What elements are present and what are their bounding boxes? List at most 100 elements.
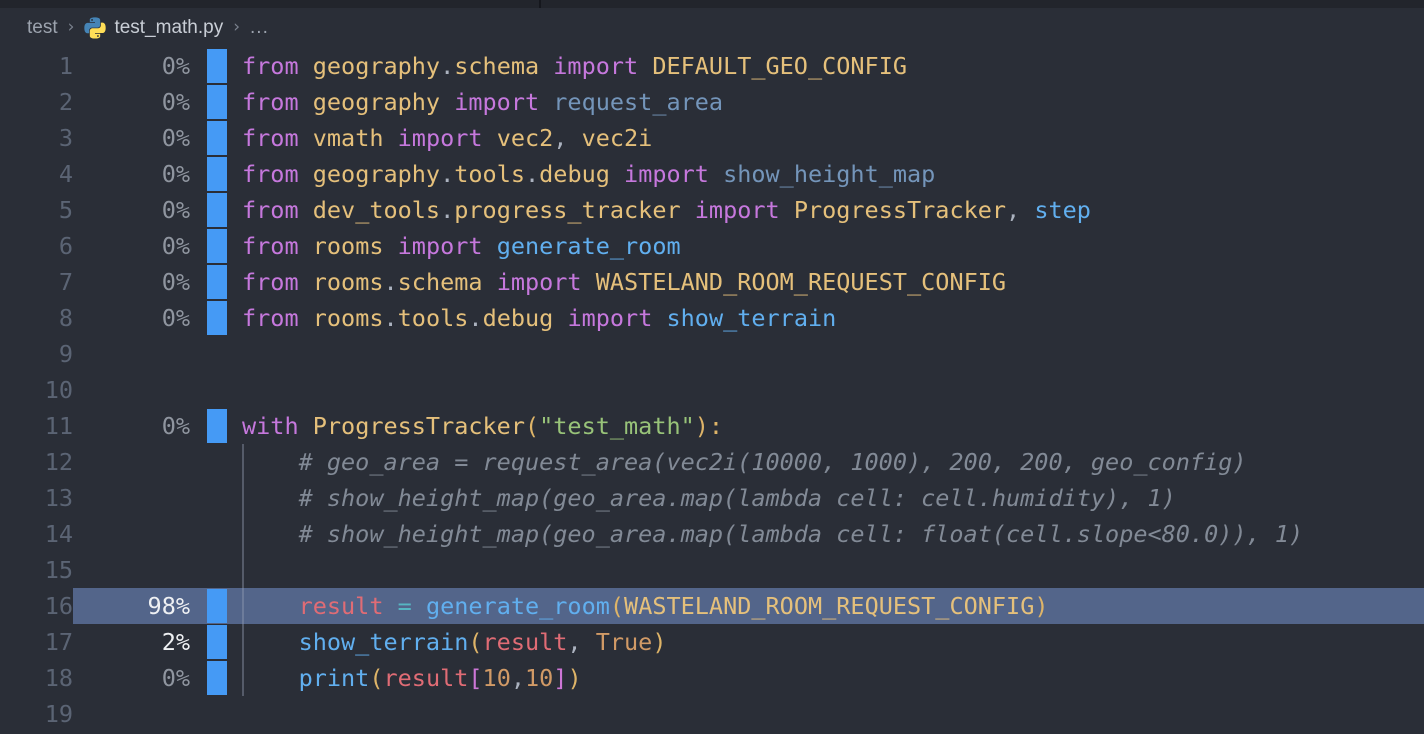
line-number[interactable]: 13	[0, 480, 73, 516]
code-text[interactable]: from rooms.tools.debug import show_terra…	[230, 300, 1424, 336]
line-number[interactable]: 18	[0, 660, 73, 696]
line-number[interactable]: 11	[0, 408, 73, 444]
code-text[interactable]: from dev_tools.progress_tracker import P…	[230, 192, 1424, 228]
code-text[interactable]: with ProgressTracker("test_math"):	[230, 408, 1424, 444]
code-token: from	[242, 268, 313, 296]
code-token: .	[525, 160, 539, 188]
line-number[interactable]: 5	[0, 192, 73, 228]
breadcrumb-folder[interactable]: test	[27, 17, 58, 39]
profile-gutter	[196, 516, 230, 552]
line-body	[73, 696, 1424, 732]
code-line[interactable]: 15	[0, 552, 1424, 588]
profile-gutter	[196, 48, 230, 84]
code-token: )	[652, 628, 666, 656]
python-icon	[84, 17, 106, 39]
code-text[interactable]: # show_height_map(geo_area.map(lambda ce…	[230, 480, 1424, 516]
profile-gutter	[196, 444, 230, 480]
breadcrumb-file[interactable]: test_math.py	[84, 17, 223, 39]
code-line[interactable]: 110%with ProgressTracker("test_math"):	[0, 408, 1424, 444]
code-text[interactable]: from rooms.schema import WASTELAND_ROOM_…	[230, 264, 1424, 300]
code-text[interactable]: from vmath import vec2, vec2i	[230, 120, 1424, 156]
profile-gutter	[196, 156, 230, 192]
code-text[interactable]: from rooms import generate_room	[230, 228, 1424, 264]
code-text[interactable]: from geography import request_area	[230, 84, 1424, 120]
line-body: 0%from rooms.tools.debug import show_ter…	[73, 300, 1424, 336]
code-line[interactable]: 50%from dev_tools.progress_tracker impor…	[0, 192, 1424, 228]
code-text[interactable]: from geography.schema import DEFAULT_GEO…	[230, 48, 1424, 84]
code-line[interactable]: 12 # geo_area = request_area(vec2i(10000…	[0, 444, 1424, 480]
profile-percentage: 0%	[73, 264, 196, 300]
profile-gutter-block	[207, 409, 227, 443]
code-token: import	[539, 52, 652, 80]
code-token: from	[242, 304, 313, 332]
line-number[interactable]: 12	[0, 444, 73, 480]
code-line[interactable]: 172% show_terrain(result, True)	[0, 624, 1424, 660]
code-text[interactable]: show_terrain(result, True)	[230, 624, 1424, 660]
line-number[interactable]: 9	[0, 336, 73, 372]
line-body: # show_height_map(geo_area.map(lambda ce…	[73, 480, 1424, 516]
line-number[interactable]: 3	[0, 120, 73, 156]
line-body: 0% from vmath import vec2, vec2i	[73, 120, 1424, 156]
profile-gutter	[196, 552, 230, 588]
code-line[interactable]: 40%from geography.tools.debug import sho…	[0, 156, 1424, 192]
line-number[interactable]: 16	[0, 588, 73, 624]
code-token: "test_math"	[539, 412, 695, 440]
code-token: # geo_area = request_area(vec2i(10000, 1…	[242, 448, 1247, 476]
code-text[interactable]: # show_height_map(geo_area.map(lambda ce…	[230, 516, 1424, 552]
code-token: schema	[454, 52, 539, 80]
code-line[interactable]: 70% from rooms.schema import WASTELAND_RO…	[0, 264, 1424, 300]
code-token: # show_height_map(geo_area.map(lambda ce…	[242, 484, 1176, 512]
profile-gutter-block	[207, 193, 227, 227]
code-line[interactable]: 13 # show_height_map(geo_area.map(lambda…	[0, 480, 1424, 516]
line-number[interactable]: 8	[0, 300, 73, 336]
breadcrumb-symbol-ellipsis[interactable]: ...	[250, 17, 269, 39]
code-text[interactable]: from geography.tools.debug import show_h…	[230, 156, 1424, 192]
code-line[interactable]: 10	[0, 372, 1424, 408]
code-token: progress_tracker	[454, 196, 680, 224]
code-line[interactable]: 1698% result = generate_room(WASTELAND_R…	[0, 588, 1424, 624]
code-line[interactable]: 10%from geography.schema import DEFAULT_…	[0, 48, 1424, 84]
line-number[interactable]: 4	[0, 156, 73, 192]
code-line[interactable]: 80%from rooms.tools.debug import show_te…	[0, 300, 1424, 336]
highlighted-line-body: 98% result = generate_room(WASTELAND_ROO…	[73, 588, 1424, 624]
code-text[interactable]	[230, 696, 1424, 732]
code-text[interactable]: result = generate_room(WASTELAND_ROOM_RE…	[230, 588, 1424, 624]
code-line[interactable]: 9	[0, 336, 1424, 372]
code-text[interactable]: print(result[10,10])	[230, 660, 1424, 696]
code-line[interactable]: 30% from vmath import vec2, vec2i	[0, 120, 1424, 156]
line-number[interactable]: 2	[0, 84, 73, 120]
profile-percentage: 0%	[73, 120, 196, 156]
profile-gutter-block	[207, 661, 227, 695]
code-token	[412, 592, 426, 620]
code-line[interactable]: 20%from geography import request_area	[0, 84, 1424, 120]
code-token: ):	[695, 412, 723, 440]
profile-percentage	[73, 372, 196, 408]
line-number[interactable]: 15	[0, 552, 73, 588]
code-text[interactable]	[230, 552, 1424, 588]
line-body: # geo_area = request_area(vec2i(10000, 1…	[73, 444, 1424, 480]
line-number[interactable]: 1	[0, 48, 73, 84]
line-number[interactable]: 17	[0, 624, 73, 660]
line-number[interactable]: 10	[0, 372, 73, 408]
code-text[interactable]	[230, 336, 1424, 372]
code-line[interactable]: 14 # show_height_map(geo_area.map(lambda…	[0, 516, 1424, 552]
line-number[interactable]: 19	[0, 696, 73, 732]
code-text[interactable]	[230, 372, 1424, 408]
profile-gutter	[196, 480, 230, 516]
code-line[interactable]: 60% from rooms import generate_room	[0, 228, 1424, 264]
line-number[interactable]: 7	[0, 264, 73, 300]
code-token: debug	[539, 160, 610, 188]
code-token: from	[242, 160, 313, 188]
code-line[interactable]: 180% print(result[10,10])	[0, 660, 1424, 696]
profile-gutter	[196, 264, 230, 300]
code-line[interactable]: 19	[0, 696, 1424, 732]
code-text[interactable]: # geo_area = request_area(vec2i(10000, 1…	[230, 444, 1424, 480]
profile-gutter	[196, 300, 230, 336]
line-number[interactable]: 14	[0, 516, 73, 552]
code-token: show_terrain	[299, 628, 469, 656]
code-token: geography	[313, 52, 440, 80]
profile-gutter	[196, 120, 230, 156]
line-number[interactable]: 6	[0, 228, 73, 264]
code-token: (	[468, 628, 482, 656]
profile-percentage: 0%	[73, 228, 196, 264]
